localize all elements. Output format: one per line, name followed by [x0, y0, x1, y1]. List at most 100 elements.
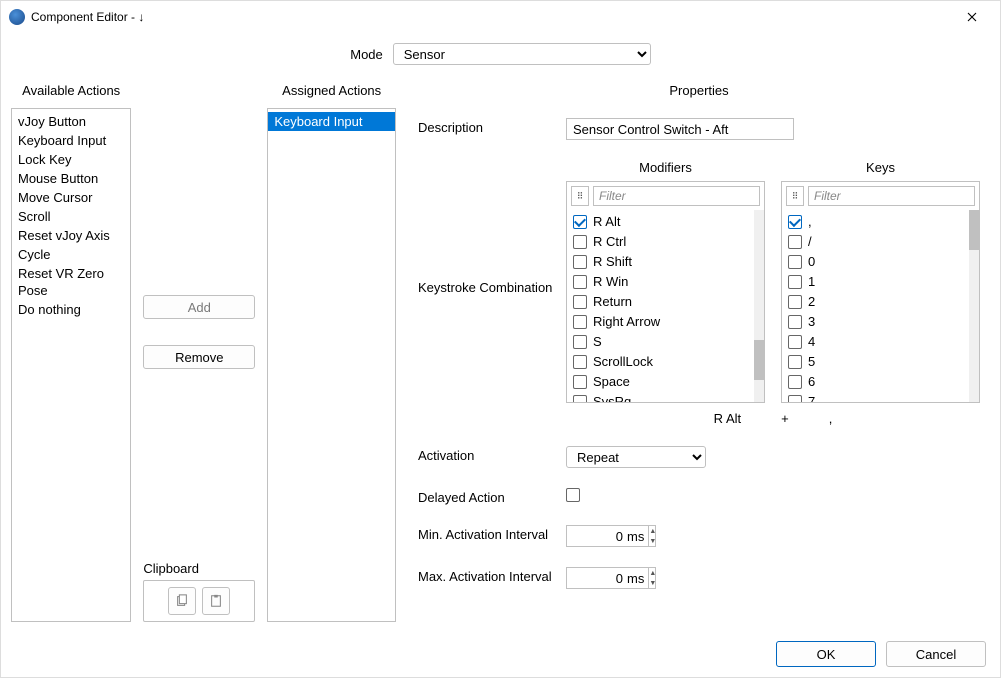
keystroke-row: Keystroke Combination Modifiers ⠿: [418, 160, 980, 426]
scrollbar-thumb[interactable]: [969, 210, 979, 250]
modifier-item[interactable]: R Shift: [567, 252, 764, 272]
checkbox-icon[interactable]: [788, 335, 802, 349]
properties-body: Description Keystroke Combination Modifi…: [408, 108, 990, 589]
checkbox-icon[interactable]: [573, 275, 587, 289]
modifier-item[interactable]: Space: [567, 372, 764, 392]
add-button[interactable]: Add: [143, 295, 255, 319]
scrollbar-thumb[interactable]: [754, 340, 764, 380]
checkbox-icon[interactable]: [788, 375, 802, 389]
keys-column: Keys ⠿ , / 0: [781, 160, 980, 403]
window-title: Component Editor - ↓: [31, 10, 952, 24]
keys-filter-input[interactable]: [808, 186, 975, 206]
available-actions-list[interactable]: vJoy Button Keyboard Input Lock Key Mous…: [11, 108, 131, 622]
list-item[interactable]: Scroll: [12, 207, 130, 226]
max-interval-spinner[interactable]: ms ▲▼: [566, 567, 656, 589]
assigned-actions-header: Assigned Actions: [267, 83, 396, 98]
key-item[interactable]: 4: [782, 332, 979, 352]
checkbox-icon[interactable]: [788, 395, 802, 402]
keystroke-combo-display: R Alt + ,: [566, 411, 980, 426]
list-item[interactable]: Cycle: [12, 245, 130, 264]
copy-icon: [175, 594, 189, 608]
cancel-button[interactable]: Cancel: [886, 641, 986, 667]
drag-handle-icon[interactable]: ⠿: [571, 186, 589, 206]
checkbox-icon[interactable]: [573, 255, 587, 269]
ok-button[interactable]: OK: [776, 641, 876, 667]
checkbox-icon[interactable]: [788, 235, 802, 249]
key-item[interactable]: 3: [782, 312, 979, 332]
delayed-checkbox[interactable]: [566, 488, 580, 502]
key-item[interactable]: 0: [782, 252, 979, 272]
min-interval-input[interactable]: [567, 529, 627, 544]
close-button[interactable]: [952, 3, 992, 31]
scrollbar[interactable]: [969, 210, 979, 402]
key-item[interactable]: 7: [782, 392, 979, 402]
modifier-item[interactable]: R Alt: [567, 212, 764, 232]
checkbox-icon[interactable]: [788, 275, 802, 289]
key-item[interactable]: 5: [782, 352, 979, 372]
key-item[interactable]: /: [782, 232, 979, 252]
mode-select[interactable]: Sensor: [393, 43, 651, 65]
max-interval-row: Max. Activation Interval ms ▲▼: [418, 567, 980, 589]
key-item[interactable]: ,: [782, 212, 979, 232]
checkbox-icon[interactable]: [573, 315, 587, 329]
checkbox-checked-icon[interactable]: [788, 215, 802, 229]
modifier-item[interactable]: Return: [567, 292, 764, 312]
properties-header: Properties: [408, 83, 990, 98]
key-item[interactable]: 6: [782, 372, 979, 392]
checkbox-icon[interactable]: [788, 295, 802, 309]
modifier-item[interactable]: ScrollLock: [567, 352, 764, 372]
min-interval-label: Min. Activation Interval: [418, 525, 566, 542]
list-item[interactable]: Reset vJoy Axis: [12, 226, 130, 245]
spinner-down-icon[interactable]: ▼: [649, 536, 656, 546]
description-label: Description: [418, 118, 566, 135]
modifier-item[interactable]: Right Arrow: [567, 312, 764, 332]
scrollbar[interactable]: [754, 210, 764, 402]
modifier-item[interactable]: S: [567, 332, 764, 352]
modifiers-list[interactable]: R Alt R Ctrl R Shift R Win Return Right …: [567, 210, 764, 402]
spinner-down-icon[interactable]: ▼: [649, 578, 656, 588]
copy-button[interactable]: [168, 587, 196, 615]
description-input[interactable]: [566, 118, 794, 140]
keys-box: ⠿ , / 0 1 2 3: [781, 181, 980, 403]
keys-list[interactable]: , / 0 1 2 3 4 5 6 7: [782, 210, 979, 402]
checkbox-icon[interactable]: [573, 235, 587, 249]
list-item[interactable]: Reset VR Zero Pose: [12, 264, 130, 300]
modifiers-filter-input[interactable]: [593, 186, 760, 206]
checkbox-icon[interactable]: [573, 295, 587, 309]
key-item[interactable]: 2: [782, 292, 979, 312]
checkbox-icon[interactable]: [788, 315, 802, 329]
assigned-actions-list[interactable]: Keyboard Input: [267, 108, 396, 622]
spinner-up-icon[interactable]: ▲: [649, 526, 656, 536]
checkbox-checked-icon[interactable]: [573, 215, 587, 229]
list-item[interactable]: vJoy Button: [12, 112, 130, 131]
checkbox-icon[interactable]: [788, 255, 802, 269]
list-item[interactable]: Keyboard Input: [268, 112, 395, 131]
list-item[interactable]: Lock Key: [12, 150, 130, 169]
list-item[interactable]: Keyboard Input: [12, 131, 130, 150]
paste-button[interactable]: [202, 587, 230, 615]
checkbox-icon[interactable]: [788, 355, 802, 369]
min-interval-spinner[interactable]: ms ▲▼: [566, 525, 656, 547]
checkbox-icon[interactable]: [573, 375, 587, 389]
modifiers-box: ⠿ R Alt R Ctrl R Shift R Win Return: [566, 181, 765, 403]
remove-button[interactable]: Remove: [143, 345, 255, 369]
list-item[interactable]: Mouse Button: [12, 169, 130, 188]
checkbox-icon[interactable]: [573, 335, 587, 349]
key-item[interactable]: 1: [782, 272, 979, 292]
drag-handle-icon[interactable]: ⠿: [786, 186, 804, 206]
checkbox-icon[interactable]: [573, 355, 587, 369]
list-item[interactable]: Move Cursor: [12, 188, 130, 207]
max-interval-label: Max. Activation Interval: [418, 567, 566, 584]
app-icon: [9, 9, 25, 25]
max-interval-input[interactable]: [567, 571, 627, 586]
list-item[interactable]: Do nothing: [12, 300, 130, 319]
delayed-label: Delayed Action: [418, 488, 566, 505]
modifier-item[interactable]: R Ctrl: [567, 232, 764, 252]
modifier-item[interactable]: SysRq: [567, 392, 764, 402]
modifier-item[interactable]: R Win: [567, 272, 764, 292]
mode-row: Mode Sensor: [1, 33, 1000, 83]
spinner-up-icon[interactable]: ▲: [649, 568, 656, 578]
combo-key-text: ,: [829, 411, 833, 426]
checkbox-icon[interactable]: [573, 395, 587, 402]
activation-select[interactable]: Repeat: [566, 446, 706, 468]
